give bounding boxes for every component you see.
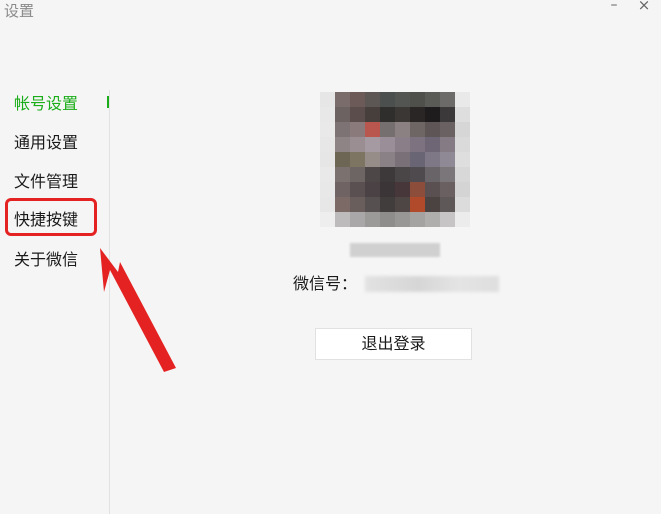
- avatar-pixel: [455, 212, 470, 227]
- avatar-pixel: [320, 152, 335, 167]
- avatar-pixel: [365, 197, 380, 212]
- avatar-pixel: [320, 212, 335, 227]
- avatar-pixel: [455, 197, 470, 212]
- avatar-pixel: [380, 122, 395, 137]
- avatar-pixel: [335, 137, 350, 152]
- avatar-pixel: [410, 122, 425, 137]
- avatar-pixel: [425, 107, 440, 122]
- avatar-pixel: [380, 107, 395, 122]
- avatar-pixel: [440, 182, 455, 197]
- avatar-pixel: [365, 152, 380, 167]
- avatar-pixel: [410, 92, 425, 107]
- avatar-pixel: [425, 92, 440, 107]
- avatar-pixel: [395, 212, 410, 227]
- avatar-pixel: [320, 167, 335, 182]
- avatar-pixel: [410, 197, 425, 212]
- avatar-pixel: [380, 92, 395, 107]
- avatar-pixel: [320, 92, 335, 107]
- avatar-pixel: [410, 137, 425, 152]
- avatar-pixel: [395, 107, 410, 122]
- wechat-id-blurred: [365, 276, 499, 292]
- avatar-pixel: [425, 137, 440, 152]
- avatar-pixel: [380, 182, 395, 197]
- avatar-pixel: [425, 182, 440, 197]
- avatar-pixel: [350, 182, 365, 197]
- avatar-pixel: [410, 107, 425, 122]
- avatar-pixel: [365, 212, 380, 227]
- avatar-pixel: [380, 212, 395, 227]
- avatar-pixel: [395, 152, 410, 167]
- avatar-pixel: [350, 167, 365, 182]
- avatar-pixel: [395, 182, 410, 197]
- avatar-pixel: [350, 197, 365, 212]
- avatar-pixel: [455, 92, 470, 107]
- avatar-pixel: [380, 167, 395, 182]
- avatar: [320, 92, 470, 228]
- avatar-pixel: [425, 212, 440, 227]
- avatar-pixel: [395, 167, 410, 182]
- avatar-pixel: [425, 197, 440, 212]
- avatar-pixel: [410, 167, 425, 182]
- avatar-pixel: [440, 152, 455, 167]
- avatar-pixel: [335, 152, 350, 167]
- avatar-pixel: [365, 92, 380, 107]
- avatar-pixel: [440, 197, 455, 212]
- avatar-pixel: [455, 182, 470, 197]
- avatar-pixel: [365, 182, 380, 197]
- settings-window: 设置 – × 帐号设置 通用设置 文件管理 快捷按键 关于微信 微信号： 退出登…: [0, 0, 661, 514]
- avatar-pixel: [365, 107, 380, 122]
- avatar-pixel: [350, 137, 365, 152]
- annotation-arrow: [100, 248, 176, 372]
- avatar-pixel: [335, 182, 350, 197]
- avatar-pixel: [410, 182, 425, 197]
- avatar-pixel: [365, 137, 380, 152]
- avatar-pixel: [440, 167, 455, 182]
- avatar-pixel: [320, 137, 335, 152]
- avatar-pixel: [395, 137, 410, 152]
- avatar-pixel: [365, 167, 380, 182]
- avatar-pixel: [380, 137, 395, 152]
- avatar-pixel: [320, 122, 335, 137]
- avatar-pixel: [350, 152, 365, 167]
- avatar-pixel: [425, 122, 440, 137]
- avatar-pixel: [455, 137, 470, 152]
- avatar-pixel: [380, 152, 395, 167]
- avatar-pixel: [410, 152, 425, 167]
- logout-button[interactable]: 退出登录: [315, 328, 472, 360]
- avatar-pixel: [320, 182, 335, 197]
- nickname-blurred: [350, 243, 440, 257]
- avatar-pixel: [440, 212, 455, 227]
- avatar-pixel: [440, 122, 455, 137]
- avatar-pixel: [440, 137, 455, 152]
- avatar-pixel: [455, 107, 470, 122]
- avatar-pixel: [395, 197, 410, 212]
- avatar-pixel: [335, 212, 350, 227]
- avatar-pixel: [380, 197, 395, 212]
- avatar-pixel: [335, 167, 350, 182]
- avatar-pixel: [350, 212, 365, 227]
- avatar-pixel: [320, 107, 335, 122]
- avatar-pixel: [395, 92, 410, 107]
- avatar-pixel: [335, 197, 350, 212]
- avatar-pixel: [425, 152, 440, 167]
- avatar-pixel: [335, 107, 350, 122]
- avatar-pixel: [455, 167, 470, 182]
- avatar-pixel: [410, 212, 425, 227]
- avatar-pixel: [350, 92, 365, 107]
- avatar-pixel: [455, 122, 470, 137]
- avatar-pixel: [365, 122, 380, 137]
- avatar-pixel: [440, 92, 455, 107]
- avatar-pixel: [395, 122, 410, 137]
- avatar-pixel: [320, 197, 335, 212]
- avatar-pixel: [425, 167, 440, 182]
- avatar-pixel: [350, 122, 365, 137]
- avatar-pixel: [350, 107, 365, 122]
- avatar-pixel: [335, 122, 350, 137]
- avatar-pixel: [335, 92, 350, 107]
- avatar-pixel: [440, 107, 455, 122]
- wechat-id-label: 微信号：: [293, 274, 358, 293]
- avatar-pixel: [455, 152, 470, 167]
